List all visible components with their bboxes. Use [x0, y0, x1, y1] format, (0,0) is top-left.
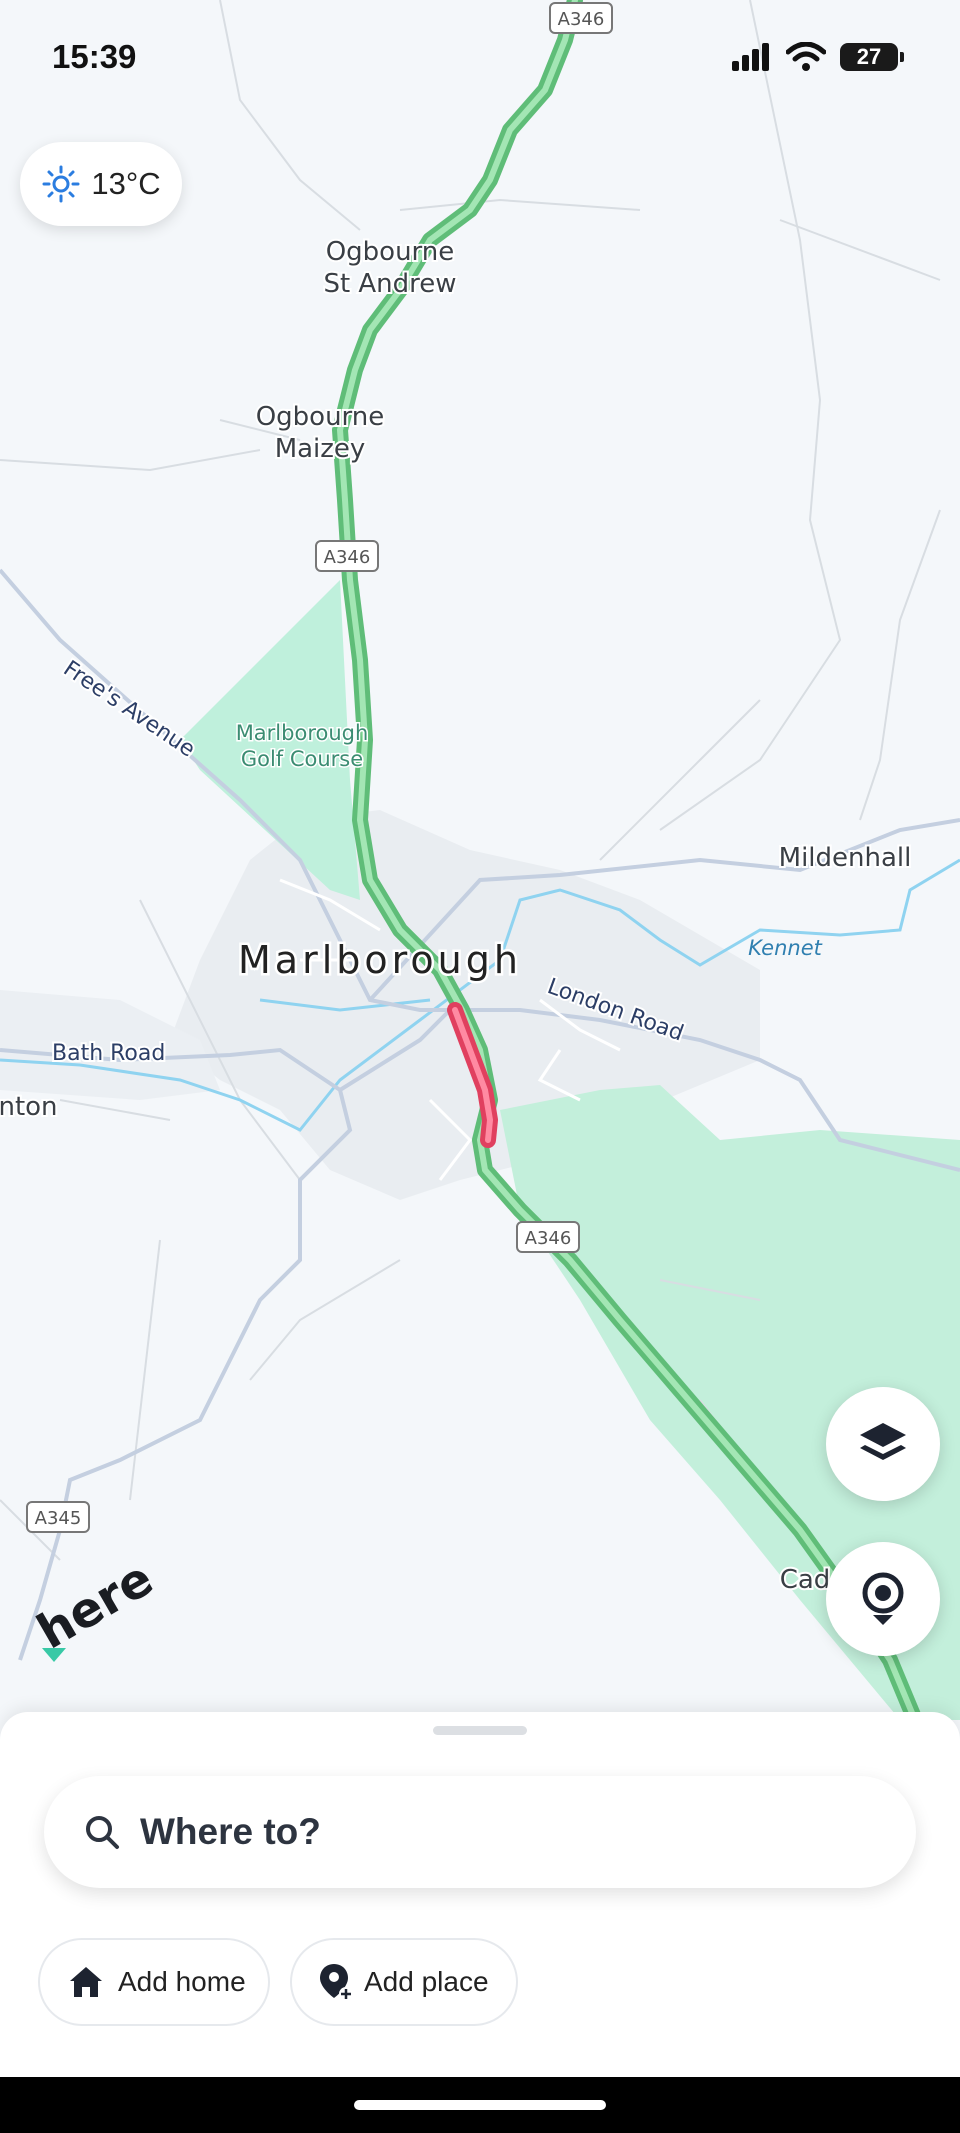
town-label: Marlborough [238, 938, 522, 982]
place-label: Cad [780, 1565, 831, 1595]
search-icon [86, 1816, 119, 1849]
system-navigation-bar [0, 2077, 960, 2133]
a346-shield-low: A346 [525, 1228, 572, 1249]
clock: 15:39 [52, 38, 137, 75]
battery-icon: 27 [840, 43, 904, 71]
add-place-label: Add place [364, 1966, 489, 1997]
wifi-icon [786, 42, 826, 71]
golf-course-label: Marlborough [236, 721, 369, 745]
add-home-button[interactable]: Add home [38, 1938, 270, 2026]
place-label: Maizey [275, 434, 366, 464]
home-icon [70, 1967, 102, 1997]
status-bar: 15:39 27 [0, 0, 960, 120]
home-indicator[interactable] [354, 2100, 606, 2110]
layers-icon [860, 1423, 906, 1460]
location-pin-icon [862, 1572, 904, 1625]
place-label: St Andrew [323, 269, 456, 299]
add-home-label: Add home [118, 1966, 246, 1997]
bottom-sheet[interactable]: Where to? Add home Add place [0, 1712, 960, 2077]
sun-icon [42, 165, 80, 203]
river-label: Kennet [748, 936, 822, 960]
search-placeholder: Where to? [140, 1811, 321, 1852]
a345-shield: A345 [35, 1508, 82, 1529]
search-bar[interactable]: Where to? [44, 1776, 916, 1888]
add-place-pin-icon [320, 1964, 353, 2001]
place-label: Mildenhall [779, 843, 912, 873]
place-label: nton [0, 1092, 58, 1122]
place-label: Ogbourne [256, 402, 385, 432]
locate-me-button[interactable] [826, 1542, 940, 1656]
place-label: Ogbourne [326, 237, 455, 267]
add-place-button[interactable]: Add place [290, 1938, 518, 2026]
a346-shield-mid: A346 [324, 547, 371, 568]
temperature: 13°C [91, 166, 161, 201]
sheet-drag-handle[interactable] [433, 1726, 527, 1735]
signal-icon [732, 43, 769, 71]
golf-course-label: Golf Course [241, 747, 363, 771]
map-layers-button[interactable] [826, 1387, 940, 1501]
road-label: Bath Road [52, 1041, 165, 1066]
weather-chip[interactable]: 13°C [20, 142, 182, 226]
map[interactable]: A346 A346 A346 A345 Ogbourne St Andrew O… [0, 0, 960, 1720]
